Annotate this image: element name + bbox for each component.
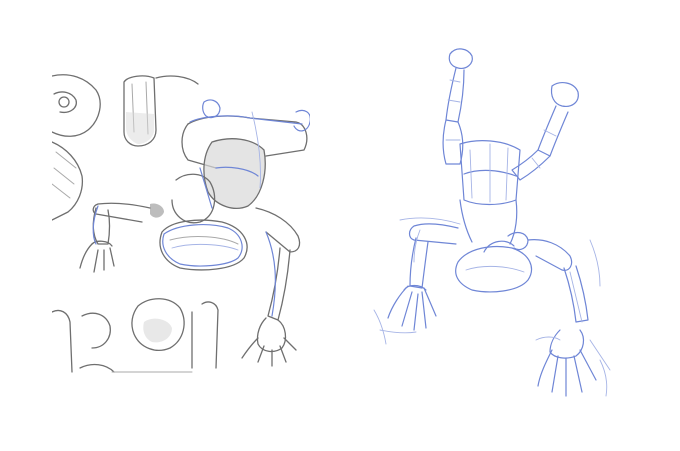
left-arm-sketch (79, 202, 151, 273)
raised-right-arm (511, 82, 579, 181)
construction-sketch-drawing (373, 48, 611, 397)
pencil-sketch-panel (52, 72, 310, 382)
cylinder-fragment (123, 75, 199, 147)
left-blue-construction (92, 99, 310, 317)
lower-left-limb (379, 223, 459, 334)
construction-sketch-panel (360, 40, 630, 420)
pelvis-sketch (159, 219, 248, 271)
top-left-fragment (52, 74, 101, 221)
pencil-sketch-drawing (52, 74, 310, 373)
construction-pelvis (455, 231, 533, 293)
construction-torso (459, 140, 521, 245)
raised-left-arm (442, 48, 473, 165)
right-arm-sketch (241, 207, 301, 367)
torso-sketch (150, 115, 308, 224)
drawing-canvas (0, 0, 680, 451)
bottom-fragments (52, 298, 219, 373)
